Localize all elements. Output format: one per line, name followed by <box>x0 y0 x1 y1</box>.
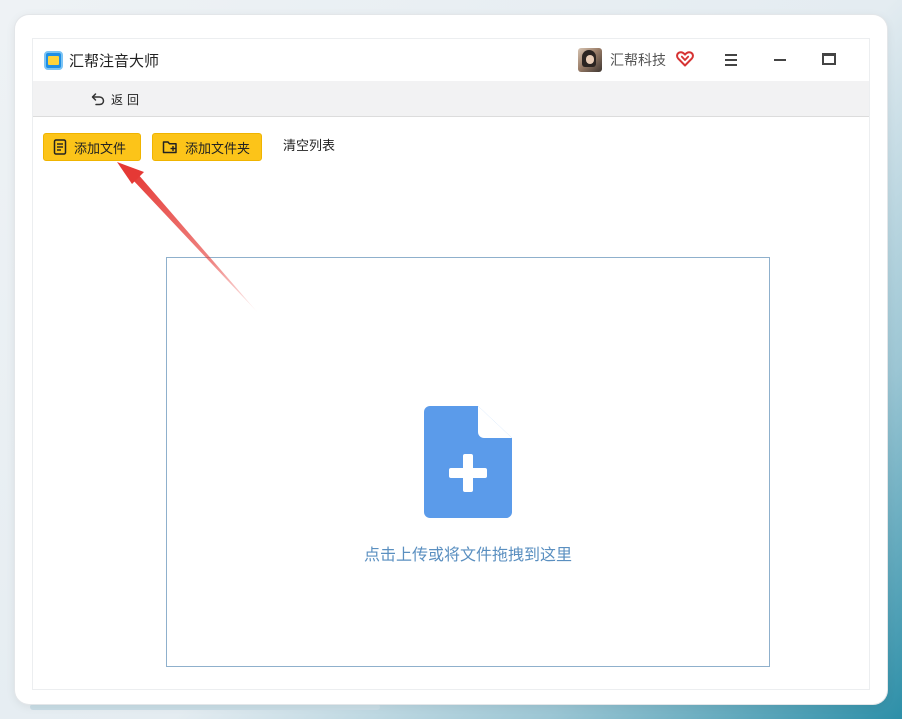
maximize-icon[interactable] <box>816 47 842 73</box>
user-avatar[interactable] <box>578 48 602 72</box>
company-name[interactable]: 汇帮科技 <box>610 51 666 71</box>
add-file-label: 添加文件 <box>74 141 127 157</box>
back-label: 返回 <box>111 92 144 107</box>
app-window: 汇帮注音大师 汇帮科技 返回 添加文件 添加文件夹 清空列表 点击上传或将文件拖… <box>15 15 887 704</box>
undo-arrow-icon <box>91 93 105 106</box>
app-logo-icon <box>44 51 63 70</box>
file-plus-icon <box>424 406 512 518</box>
add-folder-label: 添加文件夹 <box>185 141 251 157</box>
app-content: 汇帮注音大师 汇帮科技 返回 添加文件 添加文件夹 清空列表 点击上传或将文件拖… <box>32 38 870 690</box>
app-title: 汇帮注音大师 <box>69 52 160 70</box>
file-drop-zone[interactable]: 点击上传或将文件拖拽到这里 <box>166 257 770 667</box>
minimize-icon[interactable] <box>767 47 793 73</box>
title-bar: 汇帮注音大师 汇帮科技 <box>33 39 869 81</box>
drop-hint: 点击上传或将文件拖拽到这里 <box>363 545 572 564</box>
folder-plus-icon <box>162 141 177 154</box>
add-file-button[interactable]: 添加文件 <box>43 133 141 161</box>
back-button[interactable]: 返回 <box>91 89 143 109</box>
toolbar: 返回 <box>33 81 869 117</box>
background-strip <box>30 704 380 710</box>
clear-list-button[interactable]: 清空列表 <box>283 137 335 157</box>
add-folder-button[interactable]: 添加文件夹 <box>152 133 262 161</box>
document-icon <box>53 139 67 155</box>
hamburger-menu-icon[interactable] <box>718 47 744 73</box>
vip-heart-icon[interactable] <box>676 51 694 67</box>
